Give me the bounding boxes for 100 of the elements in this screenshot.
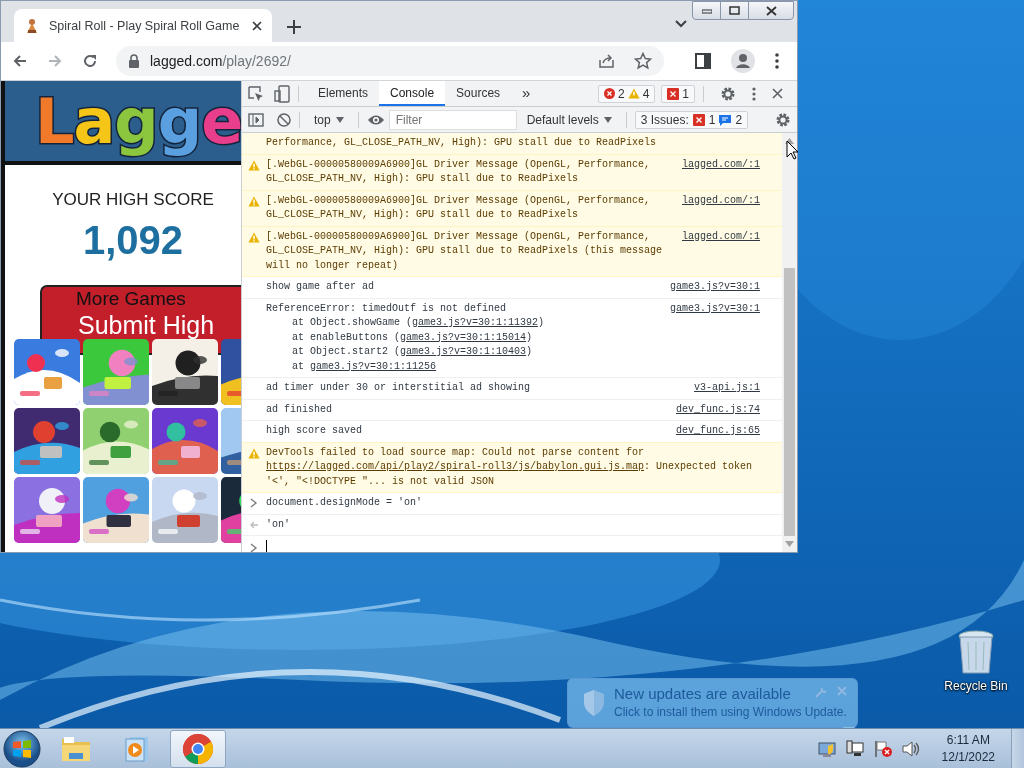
lock-icon [128,54,140,68]
source-link[interactable]: lagged.com/:1 [682,193,760,208]
reload-icon[interactable] [81,52,99,70]
warning-icon [248,159,260,171]
message-text: high score saved [266,424,363,438]
flag-icon[interactable] [873,739,892,758]
desktop-icon-label: Recycle Bin [944,679,1008,693]
score-value: 1,092 [81,218,185,263]
message-text: document.designMode = 'on' [266,496,423,510]
more-options-icon[interactable] [752,86,756,101]
start-button[interactable] [2,728,42,768]
source-link[interactable]: game3.js?v=30:1 [670,301,760,316]
star-icon[interactable] [634,52,652,70]
scrollbar[interactable] [782,133,797,552]
close-icon [765,5,777,16]
device-icon[interactable] [274,84,290,103]
notification-title: New updates are available [614,685,791,702]
source-link[interactable]: game3.js?v=30:1:11392 [412,317,539,328]
dropdown-arrow-icon [603,116,612,123]
close-icon[interactable] [772,88,783,99]
notification-text: Click to install them using Windows Update. [614,705,847,719]
stack-frame: at game3.js?v=30:1:11256 [266,359,662,374]
network-icon[interactable] [845,739,864,758]
message-text: [.WebGL-00000580009A6900]GL Driver Message (OpenGL, Performance, GL_CLOSE_PATH_NV, High): GPU stall due to ReadPixels (this message will no longer repeat) [266,229,664,273]
maximize-button[interactable] [720,1,749,20]
scrollbar-thumb[interactable] [784,268,795,536]
source-link[interactable]: game3.js?v=30:1:10403 [400,346,527,357]
side-panel-icon[interactable] [695,53,711,69]
maximize-icon [729,6,740,15]
message-text: DevTools failed to load source map: Could not parse content for https://lagged.com/api/play2/spiral-roll3/js/babylon.gui.js.map: Unexpected token '<', "<!DOCTYPE "... is not valid JSON [266,446,753,487]
logo[interactable]: Lagge [35,84,241,158]
address-bar[interactable]: lagged.com/play/2692/ [116,46,664,76]
close-button[interactable] [748,1,794,20]
warning-icon [248,231,260,243]
recycle-bin-icon[interactable] [956,630,996,676]
dropdown-arrow-icon [335,116,344,123]
source-link[interactable]: lagged.com/:1 [682,157,760,172]
chevron-right-icon [250,542,258,552]
clock-time[interactable]: 6:11 AM [941,731,995,749]
browser-icon [182,732,214,765]
minimize-icon [701,7,712,14]
chevron-right-icon [250,498,258,508]
more-tabs-button[interactable]: » [511,81,542,106]
inspect-icon[interactable] [248,85,264,102]
new-tab-icon[interactable] [287,20,301,34]
media-player-icon [124,734,150,763]
menu-icon[interactable] [775,53,779,69]
source-link[interactable]: dev_func.js:65 [676,424,760,439]
monitor-icon[interactable] [817,739,836,758]
url-text: lagged.com/play/2692/ [150,53,291,69]
levels-dropdown[interactable]: Default levels [520,112,618,127]
chevron-down-icon[interactable] [674,19,688,29]
source-link[interactable]: game3.js?v=30:1 [670,280,760,295]
filter-field[interactable]: Filter [388,109,517,130]
settings-icon[interactable] [775,111,791,128]
source-link[interactable]: game3.js?v=30:1:11256 [310,360,437,372]
share-icon[interactable] [598,53,616,69]
cone-icon [24,17,40,34]
issue-flag-icon [692,113,705,126]
browser-tab[interactable]: Spiral Roll - Play Spiral Roll Game [14,9,272,42]
stack-frame: at enableButtons (game3.js?v=30:1:15014) [266,330,662,345]
issue-flag-icon [667,87,680,100]
settings-icon[interactable] [720,85,736,102]
clock-date[interactable]: 12/1/2022 [941,748,995,766]
issues-button[interactable]: 3 Issues: 1 2 [634,110,749,129]
tab-title: Spiral Roll - Play Spiral Roll Game [49,18,241,33]
close-icon[interactable] [252,20,262,31]
message-text: ad finished [266,402,333,417]
more-games-heading: More Games [76,288,186,309]
issues-button[interactable]: 1 [661,84,695,103]
message-text: Performance, GL_CLOSE_PATH_NV, High): GPU stall due to ReadPixels [266,136,658,150]
sidebar-icon[interactable] [248,112,264,127]
eye-icon[interactable] [366,113,385,126]
shield-icon [582,689,606,717]
return-arrow-icon [249,519,259,530]
stack-frame: at Object.showGame (game3.js?v=30:1:11392) [266,316,662,331]
panel-tab[interactable]: Elements [307,81,380,106]
message-text: 'on' [266,517,290,532]
message-text: [.WebGL-00000580009A6900]GL Driver Message (OpenGL, Performance, GL_CLOSE_PATH_NV, High): GPU stall due to ReadPixels [266,157,652,186]
volume-icon[interactable] [901,739,920,758]
message-counts-button[interactable]: 2 4 [597,84,656,103]
warning-icon [248,195,260,207]
message-text: [.WebGL-00000580009A6900]GL Driver Message (OpenGL, Performance, GL_CLOSE_PATH_NV, High): GPU stall due to ReadPixels [266,193,652,222]
profile-icon[interactable] [731,49,755,73]
source-link[interactable]: dev_func.js:74 [676,402,760,417]
clear-icon[interactable] [277,112,291,127]
source-link[interactable]: v3-api.js:1 [694,381,760,396]
source-link[interactable]: lagged.com/:1 [682,229,760,244]
url-link[interactable]: https://lagged.com/api/play2/spiral-roll3/js/babylon.gui.js.map [266,461,645,472]
panel-tab[interactable]: Sources [445,81,512,106]
source-link[interactable]: game3.js?v=30:1:15014 [400,331,527,343]
message-text: ad timer under 30 or interstitial ad showing [266,381,532,395]
score-label: YOUR HIGH SCORE [51,190,215,210]
chat-icon [719,113,732,126]
warning-icon [627,88,640,99]
panel-tab[interactable]: Console [379,81,446,106]
message-text: show game after ad [266,280,376,294]
taskbar-button[interactable] [170,729,226,768]
cursor-icon [786,140,799,160]
context-dropdown[interactable]: top [308,112,350,127]
